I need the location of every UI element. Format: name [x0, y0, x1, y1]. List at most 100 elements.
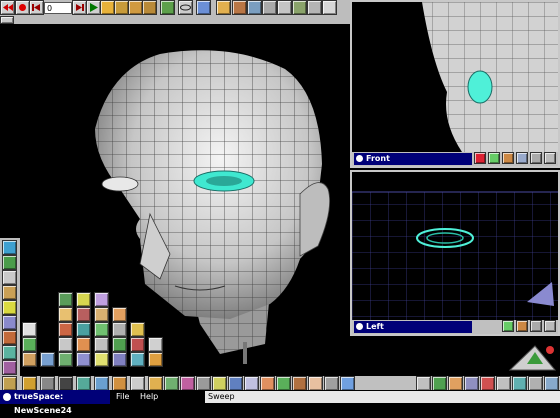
sphere-icon[interactable] [2, 270, 17, 285]
tool-icon-6[interactable] [164, 376, 179, 391]
scene-title-bar[interactable]: trueSpace: NewScene24 [0, 390, 110, 415]
shape-icon-20[interactable] [112, 352, 127, 367]
viewport-menu-icon[interactable] [356, 155, 363, 162]
plane-icon[interactable] [2, 240, 17, 255]
eye-icon[interactable] [178, 0, 193, 15]
view-camera-icon[interactable] [544, 320, 556, 332]
tool-icon-9[interactable] [212, 376, 227, 391]
shape-icon-11[interactable] [76, 352, 91, 367]
light-icon[interactable] [2, 300, 17, 315]
navigation-widget[interactable] [505, 338, 560, 376]
shape-icon-8[interactable] [76, 307, 91, 322]
object-select-icon[interactable] [216, 0, 231, 15]
object-tool-icon[interactable] [160, 0, 175, 15]
material-icon[interactable] [2, 285, 17, 300]
frame-number-field[interactable]: 0 [44, 2, 72, 14]
anim-key-icon-2[interactable] [128, 0, 143, 15]
view-grid-icon[interactable] [502, 320, 514, 332]
file-menu[interactable]: File [116, 390, 129, 404]
shape-icon-6[interactable] [58, 352, 73, 367]
tool-icon-14[interactable] [292, 376, 307, 391]
tool-icon-7[interactable] [180, 376, 195, 391]
paint-icon[interactable] [2, 345, 17, 360]
view-rotate-icon[interactable] [530, 320, 542, 332]
shape-icon-13[interactable] [94, 307, 109, 322]
shape-icon-22[interactable] [130, 337, 145, 352]
prev-frame-icon[interactable] [29, 0, 44, 15]
main-viewport[interactable] [0, 24, 350, 376]
shape-icon-15[interactable] [94, 337, 109, 352]
tool-icon-25[interactable] [544, 376, 559, 391]
tool-icon-15[interactable] [308, 376, 323, 391]
left-viewport-title[interactable]: Left [354, 321, 472, 333]
tool-icon-12[interactable] [260, 376, 275, 391]
lock-icon[interactable] [40, 376, 55, 391]
shape-icon-23[interactable] [130, 352, 145, 367]
sphere-icon[interactable] [22, 376, 37, 391]
navigate-icon[interactable] [292, 0, 307, 15]
shape-icon-17[interactable] [112, 307, 127, 322]
close-icon[interactable] [474, 152, 486, 164]
record-icon[interactable] [15, 0, 30, 15]
shape-icon-12[interactable] [94, 292, 109, 307]
next-frame-icon[interactable] [72, 0, 87, 15]
tool-icon-18[interactable] [432, 376, 447, 391]
tool-icon-3[interactable] [112, 376, 127, 391]
camera-icon[interactable] [2, 315, 17, 330]
tool-icon-20[interactable] [464, 376, 479, 391]
tool-icon-13[interactable] [276, 376, 291, 391]
anim-key-icon-3[interactable] [142, 0, 157, 15]
view-rotate-icon[interactable] [530, 152, 542, 164]
rotate-icon[interactable] [247, 0, 262, 15]
tool-icon-19[interactable] [448, 376, 463, 391]
shape-icon-3[interactable] [58, 307, 73, 322]
view-grid-icon[interactable] [488, 152, 500, 164]
tool-icon-2[interactable] [94, 376, 109, 391]
left-viewport[interactable]: Left [350, 170, 560, 336]
tool-icon-23[interactable] [512, 376, 527, 391]
cone-icon[interactable] [22, 337, 37, 352]
texture-icon[interactable] [2, 360, 17, 375]
shape-icon-19[interactable] [112, 337, 127, 352]
shape-icon-4[interactable] [58, 322, 73, 337]
view-pan-icon[interactable] [516, 152, 528, 164]
keyframe-icon[interactable] [100, 0, 115, 15]
tool-icon-22[interactable] [496, 376, 511, 391]
tool-icon-10[interactable] [228, 376, 243, 391]
tool-icon-16[interactable] [324, 376, 339, 391]
view-camera-icon[interactable] [544, 152, 556, 164]
render-icon[interactable] [416, 376, 431, 391]
help-menu[interactable]: Help [140, 390, 158, 404]
undo-icon[interactable] [322, 0, 337, 15]
tool-icon-8[interactable] [196, 376, 211, 391]
tool-icon-21[interactable] [480, 376, 495, 391]
tool-icon-24[interactable] [528, 376, 543, 391]
shape-icon-7[interactable] [76, 292, 91, 307]
tool-icon-17[interactable] [340, 376, 355, 391]
toolbar-menu-icon[interactable] [0, 16, 14, 24]
shape-icon-16[interactable] [94, 352, 109, 367]
viewport-menu-icon[interactable] [356, 323, 363, 330]
anim-key-icon-1[interactable] [114, 0, 129, 15]
shape-icon-21[interactable] [130, 322, 145, 337]
move-icon[interactable] [232, 0, 247, 15]
play-icon[interactable] [86, 0, 101, 15]
torus-icon[interactable] [22, 352, 37, 367]
cylinder-icon[interactable] [22, 322, 37, 337]
shape-icon-1[interactable] [40, 352, 55, 367]
cube-icon[interactable] [2, 255, 17, 270]
tool-icon-11[interactable] [244, 376, 259, 391]
link-icon[interactable] [196, 0, 211, 15]
front-viewport[interactable]: Front [350, 0, 560, 168]
shape-icon-5[interactable] [58, 337, 73, 352]
tool-icon-5[interactable] [148, 376, 163, 391]
render-icon[interactable] [2, 330, 17, 345]
coordinates-icon[interactable] [307, 0, 322, 15]
tool-icon-4[interactable] [130, 376, 145, 391]
shape-icon-9[interactable] [76, 322, 91, 337]
shape-icon-10[interactable] [76, 337, 91, 352]
shape-icon-24[interactable] [148, 337, 163, 352]
view-zoom-icon[interactable] [516, 320, 528, 332]
shape-icon-25[interactable] [148, 352, 163, 367]
scale-icon[interactable] [262, 0, 277, 15]
